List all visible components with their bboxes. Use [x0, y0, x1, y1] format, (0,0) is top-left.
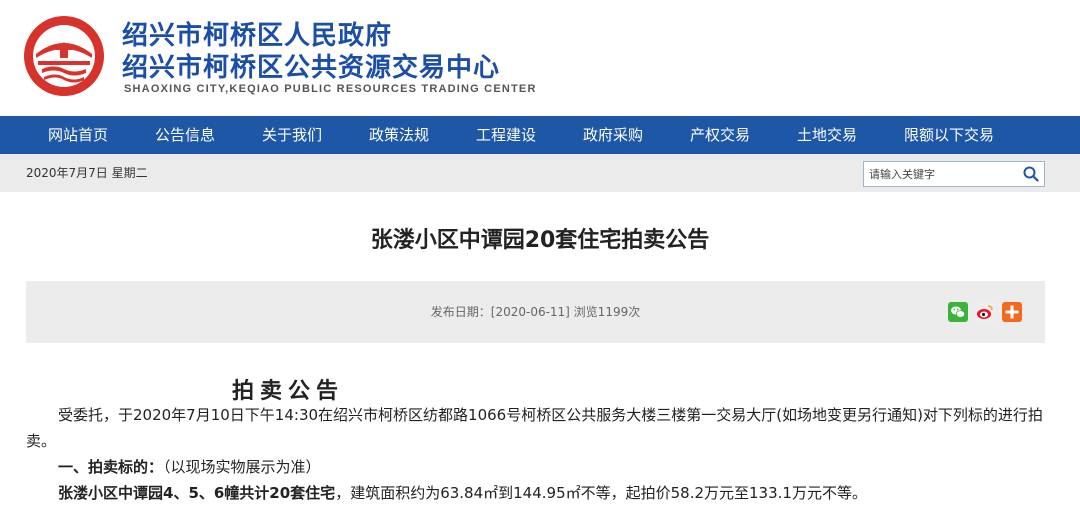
nav-item-announcements[interactable]: 公告信息 [155, 116, 215, 154]
current-date: 2020年7月7日 星期二 [26, 166, 148, 180]
nav-item-policies[interactable]: 政策法规 [369, 116, 429, 154]
auction-subject-note: （以现场实物展示为准） [163, 458, 321, 476]
nav-item-construction[interactable]: 工程建设 [476, 116, 536, 154]
nav-item-land[interactable]: 土地交易 [797, 116, 857, 154]
search-input[interactable] [864, 162, 1014, 186]
site-header: 绍兴市柯桥区人民政府 绍兴市柯桥区公共资源交易中心 SHAOXING CITY,… [0, 0, 1080, 116]
auction-subject-label: 一、拍卖标的： [58, 458, 164, 476]
search-icon[interactable] [1022, 165, 1040, 183]
auction-subject-line: 一、拍卖标的：（以现场实物展示为准） [58, 455, 321, 479]
auction-details-line: 张溇小区中谭园4、5、6幢共计20套住宅，建筑面积约为63.84㎡到144.95… [58, 481, 867, 505]
search-box [863, 161, 1045, 187]
notice-paragraph: 受委托，于2020年7月10日下午14:30在绍兴市柯桥区纺都路1066号柯桥区… [26, 406, 1043, 450]
auction-property-details: ，建筑面积约为63.84㎡到144.95㎡不等，起拍价58.2万元至133.1万… [335, 484, 867, 502]
nav-item-below-limit[interactable]: 限额以下交易 [904, 116, 994, 154]
wechat-icon[interactable] [948, 302, 968, 322]
info-bar: 2020年7月7日 星期二 [0, 154, 1080, 192]
weibo-icon[interactable] [975, 302, 995, 322]
nav-item-property-rights[interactable]: 产权交易 [690, 116, 750, 154]
share-more-icon[interactable] [1002, 302, 1022, 322]
site-title-english: SHAOXING CITY,KEQIAO PUBLIC RESOURCES TR… [124, 83, 537, 95]
government-logo-icon[interactable] [22, 14, 106, 98]
nav-item-about[interactable]: 关于我们 [262, 116, 322, 154]
notice-heading: 拍卖公告 [232, 379, 345, 404]
nav-item-home[interactable]: 网站首页 [48, 116, 108, 154]
nav-item-procurement[interactable]: 政府采购 [583, 116, 643, 154]
auction-property-name: 张溇小区中谭园4、5、6幢共计20套住宅 [58, 484, 336, 502]
publish-date-views: 发布日期：[2020-06-11] 浏览1199次 [430, 305, 641, 319]
main-nav: 网站首页 公告信息 关于我们 政策法规 工程建设 政府采购 产权交易 土地交易 … [0, 116, 1080, 154]
article-title: 张溇小区中谭园20套住宅拍卖公告 [370, 228, 710, 253]
article-meta-box: 发布日期：[2020-06-11] 浏览1199次 [26, 281, 1045, 343]
site-title-trading-center: 绍兴市柯桥区公共资源交易中心 [122, 53, 501, 83]
